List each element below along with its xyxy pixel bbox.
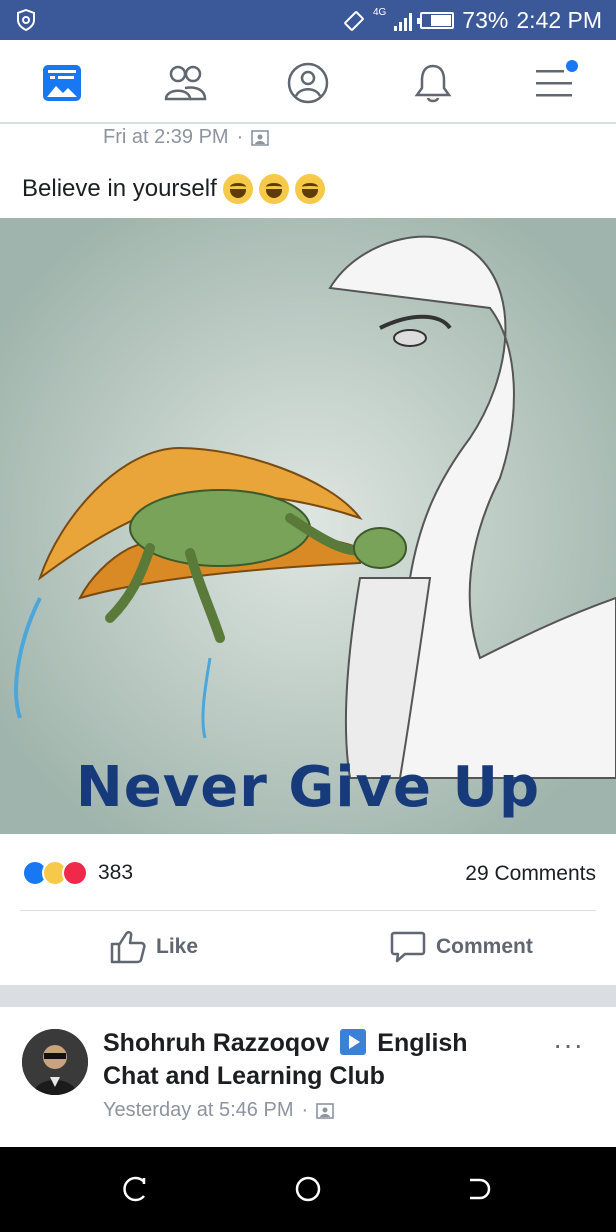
next-post: Shohruh Razzoqov English Chat and Learni…: [0, 1007, 616, 1147]
laughing-emoji-icon: [222, 174, 253, 204]
public-icon: [316, 1102, 334, 1119]
status-right: 4G 73% 2:42 PM: [343, 7, 602, 34]
tab-profile[interactable]: [283, 58, 333, 108]
home-icon[interactable]: [293, 1174, 323, 1204]
author-name[interactable]: Shohruh Razzoqov: [103, 1029, 329, 1057]
menu-badge-dot: [566, 60, 578, 72]
battery-percent: 73%: [462, 7, 509, 33]
avatar[interactable]: [22, 1029, 88, 1095]
tab-friends[interactable]: [160, 58, 210, 108]
clock: 2:42 PM: [516, 7, 602, 33]
post-time: Fri at 2:39 PM: [103, 126, 229, 148]
tab-news-feed[interactable]: [37, 58, 87, 108]
sweat-smile-emoji-icon: [294, 174, 325, 204]
sweat-smile-emoji-icon: [258, 174, 289, 204]
separator-dot: ·: [236, 126, 244, 148]
friends-icon: [164, 65, 207, 101]
divider: [20, 910, 596, 911]
caption-text: Believe in yourself: [22, 175, 217, 202]
public-icon: [251, 129, 270, 146]
reactions-summary[interactable]: 383: [22, 860, 133, 886]
separator-dot: ·: [301, 1099, 309, 1121]
comment-label: Comment: [436, 935, 533, 958]
next-post-time: Yesterday at 5:46 PM: [103, 1099, 294, 1121]
post-image[interactable]: [0, 218, 616, 834]
status-bar: 4G 73% 2:42 PM: [0, 0, 616, 40]
reaction-count: 383: [98, 861, 134, 884]
top-nav: [0, 40, 616, 124]
reaction-icons: [22, 860, 88, 886]
thumbs-up-icon: [110, 931, 146, 964]
shield-icon: [17, 9, 35, 31]
android-nav-bar: [0, 1147, 616, 1232]
poster-text: Never Give Up: [75, 755, 541, 820]
rotate-icon: [344, 10, 364, 31]
play-icon: [340, 1029, 367, 1055]
back-icon[interactable]: [464, 1174, 494, 1204]
post-timestamp[interactable]: Fri at 2:39 PM ·: [103, 126, 270, 149]
next-post-timestamp[interactable]: Yesterday at 5:46 PM ·: [103, 1099, 334, 1122]
comment-button[interactable]: Comment: [390, 930, 533, 964]
avatar-image: [22, 1029, 88, 1095]
pelican-frog-illustration: [0, 218, 616, 834]
bell-icon: [414, 64, 452, 103]
post-author[interactable]: Shohruh Razzoqov English Chat and Learni…: [103, 1027, 523, 1093]
tab-notifications[interactable]: [408, 58, 458, 108]
like-label: Like: [156, 935, 199, 958]
news-feed-icon: [43, 65, 81, 101]
signal-icon: [394, 11, 413, 31]
post-caption: Believe in yourself: [22, 174, 325, 204]
like-button[interactable]: Like: [110, 930, 198, 964]
profile-icon: [287, 62, 329, 104]
feed-separator: [0, 985, 616, 1007]
love-reaction-icon: [62, 860, 88, 886]
comments-count[interactable]: 29 Comments: [465, 862, 596, 886]
recent-apps-icon[interactable]: [122, 1174, 152, 1204]
network-type: 4G: [372, 7, 387, 18]
comment-icon: [390, 931, 426, 963]
more-options-button[interactable]: ···: [553, 1029, 584, 1061]
battery-icon: [417, 12, 455, 29]
